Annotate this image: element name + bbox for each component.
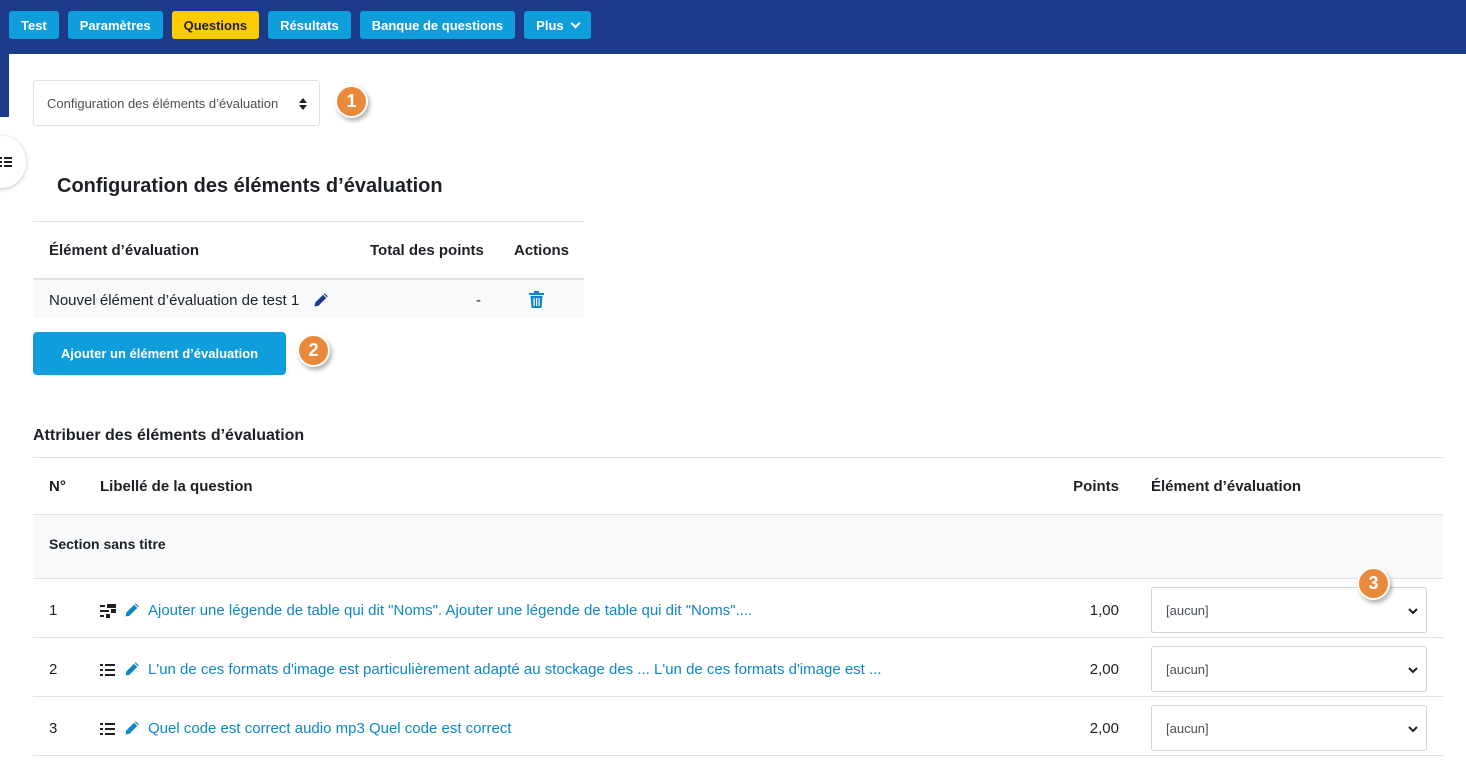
top-navbar: Test Paramètres Questions Résultats Banq…	[0, 0, 1466, 54]
tab-test[interactable]: Test	[9, 11, 59, 39]
callout-badge: 3	[1357, 567, 1390, 600]
left-edge-strip	[0, 54, 9, 117]
element-total: -	[476, 292, 481, 309]
divider	[33, 637, 1443, 638]
question-points: 2,00	[1089, 720, 1119, 737]
config-title: Configuration des éléments d’évaluation	[57, 175, 443, 197]
tab-plus[interactable]: Plus	[524, 11, 591, 39]
header-label: Libellé de la question	[100, 478, 253, 495]
header-element: Élément d’évaluation	[49, 242, 200, 259]
chevron-down-icon	[1408, 663, 1418, 674]
question-link[interactable]: Ajouter une légende de table qui dit "No…	[148, 602, 752, 619]
callout-badge: 1	[335, 85, 368, 118]
header-grade-item: Élément d’évaluation	[1151, 478, 1302, 495]
edit-pencil-icon[interactable]	[313, 292, 329, 308]
tab-questions[interactable]: Questions	[171, 11, 260, 39]
secondary-navigation: Test Paramètres Questions Résultats Banq…	[9, 11, 591, 39]
tab-resultats[interactable]: Résultats	[268, 11, 351, 39]
element-name: Nouvel élément d’évaluation de test 1	[49, 292, 300, 309]
edit-pencil-icon[interactable]	[124, 661, 140, 677]
add-grade-item-button[interactable]: Ajouter un élément d’évaluation	[33, 332, 286, 375]
question-points: 1,00	[1089, 602, 1119, 619]
question-number: 2	[49, 661, 58, 678]
question-number: 1	[49, 602, 58, 619]
tab-resultats-label: Résultats	[280, 17, 339, 33]
tab-parametres[interactable]: Paramètres	[67, 11, 163, 39]
view-select-value: Configuration des éléments d’évaluation	[47, 95, 279, 111]
trash-icon[interactable]	[529, 291, 544, 308]
divider	[33, 696, 1443, 697]
tab-questions-label: Questions	[183, 17, 248, 33]
question-link[interactable]: Quel code est correct audio mp3 Quel cod…	[148, 720, 512, 737]
chevron-down-icon	[1408, 604, 1418, 615]
multichoice-icon	[100, 722, 116, 736]
question-number: 3	[49, 720, 58, 737]
chevron-down-icon	[570, 18, 581, 28]
header-actions: Actions	[514, 242, 570, 259]
grade-item-select[interactable]: [aucun]	[1151, 705, 1427, 751]
tab-banque-label: Banque de questions	[371, 17, 504, 33]
header-points: Points	[1073, 478, 1119, 495]
chevron-down-icon	[1408, 722, 1418, 733]
grade-item-select[interactable]: [aucun]	[1151, 646, 1427, 692]
header-num: N°	[49, 478, 66, 495]
tab-parametres-label: Paramètres	[79, 17, 151, 33]
question-link[interactable]: L'un de ces formats d'image est particul…	[148, 661, 882, 678]
tab-banque-de-questions[interactable]: Banque de questions	[359, 11, 516, 39]
grade-item-select-value: [aucun]	[1166, 661, 1209, 677]
divider	[33, 578, 1443, 579]
course-index-toggle[interactable]	[0, 136, 26, 188]
divider	[33, 457, 1443, 458]
section-title: Section sans titre	[49, 536, 166, 552]
tab-test-label: Test	[21, 17, 47, 33]
section-row	[33, 515, 1443, 578]
question-points: 2,00	[1089, 661, 1119, 678]
ddwtos-icon	[100, 604, 116, 618]
edit-pencil-icon[interactable]	[124, 720, 140, 736]
grade-item-select-value: [aucun]	[1166, 602, 1209, 618]
header-total: Total des points	[370, 242, 484, 259]
edit-pencil-icon[interactable]	[124, 602, 140, 618]
sort-arrows-icon	[299, 98, 307, 110]
divider	[33, 221, 584, 222]
assign-title: Attribuer des éléments d’évaluation	[33, 427, 305, 444]
tab-plus-label: Plus	[536, 17, 564, 33]
view-select[interactable]: Configuration des éléments d’évaluation	[33, 80, 320, 126]
list-icon	[0, 156, 12, 168]
divider	[33, 755, 1443, 756]
multichoice-icon	[100, 663, 116, 677]
callout-badge: 2	[297, 334, 330, 367]
grade-item-select-value: [aucun]	[1166, 720, 1209, 736]
